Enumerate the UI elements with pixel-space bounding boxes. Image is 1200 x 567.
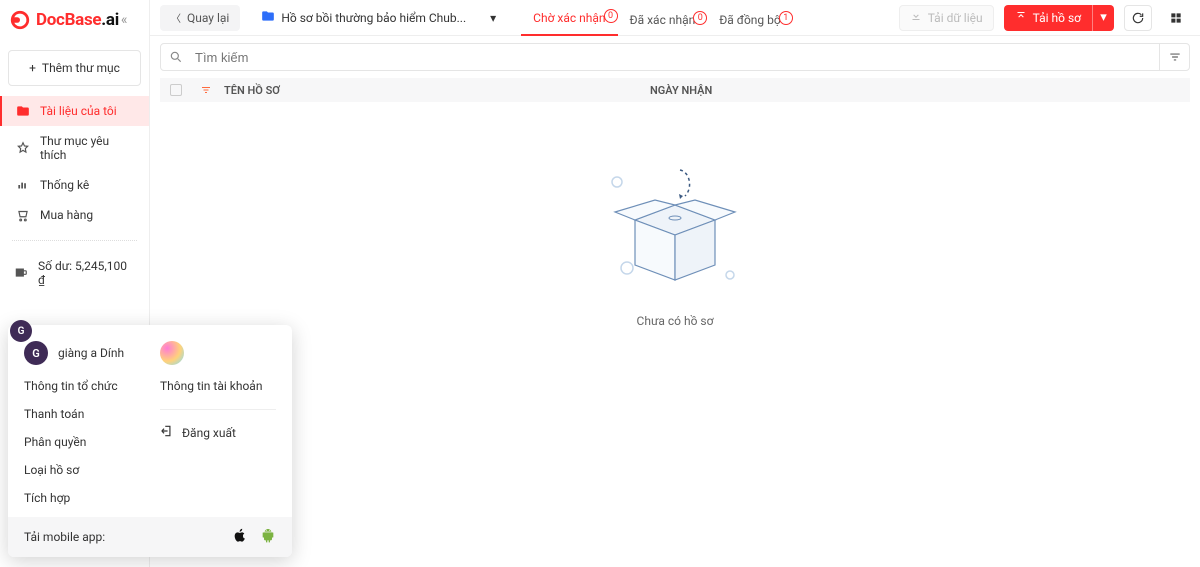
add-folder-button[interactable]: + Thêm thư mục (8, 50, 141, 86)
sidebar-item-shop[interactable]: Mua hàng (0, 200, 149, 230)
sidebar-divider (12, 240, 137, 241)
sort-icon (200, 84, 212, 96)
collapse-sidebar-icon[interactable]: « (121, 12, 128, 28)
link-permissions[interactable]: Phân quyền (24, 435, 140, 449)
download-icon (910, 10, 922, 25)
search-icon (161, 50, 191, 64)
upload-caret[interactable]: ▾ (1092, 5, 1114, 31)
sidebar-nav: Tài liệu của tôi Thư mục yêu thích Thống… (0, 96, 149, 295)
android-icon[interactable] (260, 527, 276, 547)
org-header[interactable]: G giàng a Dính (24, 341, 140, 365)
account-avatar (160, 341, 184, 365)
tab-badge: 0 (604, 9, 618, 23)
search-box (160, 43, 1190, 71)
tab-label: Chờ xác nhận (533, 11, 605, 25)
select-all-checkbox[interactable] (160, 84, 192, 96)
tab-badge: 1 (779, 11, 793, 25)
tabs: Chờ xác nhận 0 Đã xác nhận 0 Đã đồng bộ … (521, 0, 793, 36)
floating-org-avatar[interactable]: G (10, 320, 32, 342)
folder-icon (16, 104, 30, 118)
upload-button[interactable]: Tải hồ sơ (1004, 5, 1092, 31)
link-logout[interactable]: Đăng xuất (160, 424, 276, 441)
folder-breadcrumb[interactable]: Hồ sơ bồi thường bảo hiểm Chub... ▾ (250, 5, 507, 31)
download-data-button[interactable]: Tải dữ liệu (899, 5, 994, 31)
table-header: TÊN HỒ SƠ NGÀY NHẬN (160, 78, 1190, 102)
upload-icon (1015, 10, 1027, 25)
folder-icon (261, 9, 275, 26)
link-doc-types[interactable]: Loại hồ sơ (24, 463, 140, 477)
folder-name: Hồ sơ bồi thường bảo hiểm Chub... (281, 11, 466, 25)
apps-icon (1169, 11, 1183, 25)
sidebar-item-favorites[interactable]: Thư mục yêu thích (0, 126, 149, 170)
org-avatar: G (24, 341, 48, 365)
sidebar-item-label: Thư mục yêu thích (40, 134, 135, 162)
logo[interactable]: DocBase.ai « (0, 0, 149, 40)
account-column: Thông tin tài khoản Đăng xuất (160, 341, 276, 505)
search-row (160, 42, 1190, 72)
tab-confirmed[interactable]: Đã xác nhận 0 (618, 13, 708, 36)
refresh-button[interactable] (1124, 5, 1152, 31)
link-billing[interactable]: Thanh toán (24, 407, 140, 421)
org-column: G giàng a Dính Thông tin tổ chức Thanh t… (24, 341, 140, 505)
tab-label: Đã xác nhận (630, 13, 696, 27)
download-label: Tải dữ liệu (928, 11, 983, 25)
sidebar-item-my-documents[interactable]: Tài liệu của tôi (0, 96, 149, 126)
apps-button[interactable] (1162, 5, 1190, 31)
account-popup: G giàng a Dính Thông tin tổ chức Thanh t… (8, 325, 292, 557)
star-icon (16, 141, 30, 155)
col-date[interactable]: NGÀY NHẬN (650, 84, 1190, 97)
logo-icon (8, 8, 32, 32)
plus-icon: + (29, 61, 36, 75)
empty-state: Chưa có hồ sơ (160, 110, 1190, 567)
wallet-icon (14, 265, 28, 282)
logo-text: DocBase.ai (36, 10, 119, 30)
tab-synced[interactable]: Đã đồng bộ 1 (707, 13, 793, 36)
add-folder-label: Thêm thư mục (42, 61, 120, 75)
apple-icon[interactable] (232, 527, 248, 547)
account-header[interactable] (160, 341, 276, 365)
upload-split-button: Tải hồ sơ ▾ (1004, 5, 1114, 31)
tab-pending[interactable]: Chờ xác nhận 0 (521, 11, 617, 36)
chevron-left-icon: 〈 (171, 10, 181, 25)
popup-footer: Tải mobile app: (8, 517, 292, 557)
sidebar-item-label: Tài liệu của tôi (40, 104, 117, 118)
sidebar-item-stats[interactable]: Thống kê (0, 170, 149, 200)
popup-divider (160, 409, 276, 410)
cart-icon (16, 208, 30, 222)
empty-text: Chưa có hồ sơ (637, 314, 714, 328)
back-label: Quay lại (187, 11, 229, 25)
caret-down-icon: ▾ (490, 11, 496, 25)
tab-badge: 0 (693, 11, 707, 25)
balance-label: Số dư: 5,245,100 ₫ (38, 259, 135, 287)
link-integrations[interactable]: Tích hợp (24, 491, 140, 505)
sidebar-balance[interactable]: Số dư: 5,245,100 ₫ (0, 251, 149, 295)
col-name[interactable]: TÊN HỒ SƠ (220, 84, 650, 97)
logout-icon (160, 424, 174, 441)
tab-label: Đã đồng bộ (719, 13, 781, 27)
upload-label: Tải hồ sơ (1033, 11, 1081, 25)
sort-button[interactable] (192, 84, 220, 96)
topbar: 〈 Quay lại Hồ sơ bồi thường bảo hiểm Chu… (150, 0, 1200, 36)
refresh-icon (1131, 11, 1145, 25)
back-button[interactable]: 〈 Quay lại (160, 5, 240, 31)
link-org-info[interactable]: Thông tin tổ chức (24, 379, 140, 393)
sidebar-item-label: Thống kê (40, 178, 89, 192)
bar-chart-icon (16, 178, 30, 192)
search-input[interactable] (191, 50, 1159, 65)
logout-label: Đăng xuất (182, 426, 236, 440)
mobile-app-label: Tải mobile app: (24, 530, 105, 544)
link-account-info[interactable]: Thông tin tài khoản (160, 379, 276, 393)
org-name: giàng a Dính (58, 346, 124, 360)
sidebar-item-label: Mua hàng (40, 208, 93, 222)
filter-button[interactable] (1159, 43, 1189, 71)
filter-icon (1168, 50, 1182, 64)
empty-box-icon (595, 160, 755, 300)
